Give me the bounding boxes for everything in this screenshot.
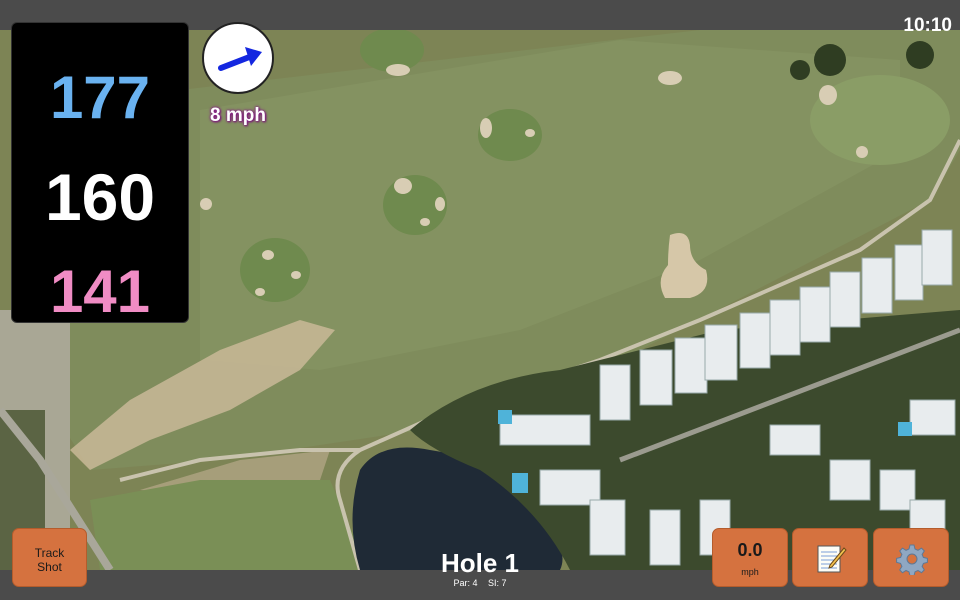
clock: 10:10 <box>903 15 952 36</box>
hole-par: Par: 4 <box>453 578 478 588</box>
notepad-icon <box>817 545 847 573</box>
center-distance: 160 <box>44 160 156 234</box>
speed-unit: mph <box>741 567 759 577</box>
distance-panel: 177 160 141 <box>11 22 189 325</box>
wind-speed-label: 8 mph <box>210 105 266 126</box>
wind-indicator <box>202 22 274 94</box>
settings-button[interactable] <box>873 528 949 587</box>
track-shot-button[interactable]: Track Shot <box>12 528 87 587</box>
front-distance: 141 <box>49 258 151 325</box>
track-shot-label: Track Shot <box>34 546 65 574</box>
speed-button[interactable]: 0.0 mph <box>712 528 788 587</box>
arrow-icon <box>218 47 262 71</box>
back-distance: 177 <box>49 64 151 131</box>
notes-button[interactable] <box>792 528 868 587</box>
hole-stroke-index: SI: 7 <box>488 578 507 588</box>
speed-value: 0.0 <box>737 540 763 560</box>
hole-details: Par: 4 SI: 7 <box>380 578 580 588</box>
gear-icon <box>896 544 928 575</box>
hole-title: Hole 1 <box>440 548 520 578</box>
